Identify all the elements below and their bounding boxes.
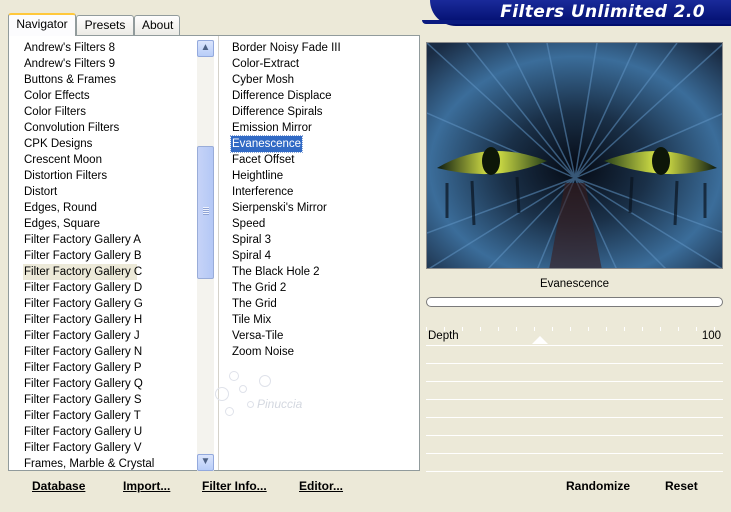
progress-bar — [426, 297, 723, 307]
category-item[interactable]: Filter Factory Gallery T — [23, 408, 203, 424]
filter-list: Border Noisy Fade III Color-Extract Cyber … — [230, 40, 411, 360]
filter-item[interactable]: Versa-Tile — [231, 328, 411, 344]
app-title: Filters Unlimited 2.0 — [500, 2, 705, 22]
preview-filter-name: Evanescence — [539, 278, 610, 290]
grip-icon — [203, 207, 209, 215]
category-item[interactable]: Filter Factory Gallery D — [23, 280, 203, 296]
category-item[interactable]: Filter Factory Gallery J — [23, 328, 203, 344]
category-item[interactable]: Andrew's Filters 9 — [23, 56, 203, 72]
filter-item[interactable]: Tile Mix — [231, 312, 411, 328]
category-item[interactable]: Distort — [23, 184, 203, 200]
category-item[interactable]: Buttons & Frames — [23, 72, 203, 88]
category-item[interactable]: Filter Factory Gallery A — [23, 232, 203, 248]
filter-item[interactable]: Evanescence — [230, 135, 303, 153]
database-button[interactable]: Database — [32, 479, 85, 493]
title-banner: Filters Unlimited 2.0 — [422, 0, 731, 26]
filter-item[interactable]: Color-Extract — [231, 56, 411, 72]
preview-image — [426, 42, 723, 269]
filter-item[interactable]: Spiral 3 — [231, 232, 411, 248]
chevron-down-icon: ▼ — [200, 456, 211, 467]
filter-info-button[interactable]: Filter Info... — [202, 479, 267, 493]
chevron-up-icon: ▲ — [200, 42, 211, 53]
category-list: Andrew's Filters 8 Andrew's Filters 9 Butt… — [23, 40, 203, 472]
depth-label: Depth — [428, 330, 459, 342]
filter-item[interactable]: Facet Offset — [231, 152, 411, 168]
filter-item[interactable]: Emission Mirror — [231, 120, 411, 136]
category-item[interactable]: Edges, Square — [23, 216, 203, 232]
filter-item[interactable]: Zoom Noise — [231, 344, 411, 360]
tab-about[interactable]: About — [134, 15, 180, 35]
empty-param-row — [426, 400, 723, 418]
parameter-sliders: Depth 100 — [426, 327, 723, 472]
watermark-text: Pinuccia — [257, 397, 303, 411]
depth-slider-thumb[interactable] — [532, 336, 548, 344]
scroll-thumb[interactable] — [197, 146, 214, 279]
category-item[interactable]: Filter Factory Gallery P — [23, 360, 203, 376]
empty-param-row — [426, 346, 723, 364]
filter-item[interactable]: Sierpenski's Mirror — [231, 200, 411, 216]
category-item[interactable]: Andrew's Filters 8 — [23, 40, 203, 56]
scroll-down-button[interactable]: ▼ — [197, 454, 214, 471]
category-item[interactable]: Color Filters — [23, 104, 203, 120]
category-item[interactable]: Crescent Moon — [23, 152, 203, 168]
watermark: Pinuccia — [199, 361, 309, 431]
empty-param-row — [426, 436, 723, 454]
category-item[interactable]: Filter Factory Gallery V — [23, 440, 203, 456]
category-item[interactable]: Filter Factory Gallery Q — [23, 376, 203, 392]
tab-navigator[interactable]: Navigator — [8, 13, 76, 36]
empty-param-row — [426, 382, 723, 400]
editor-button[interactable]: Editor... — [299, 479, 343, 493]
category-item[interactable]: Filter Factory Gallery C — [23, 264, 142, 280]
category-item[interactable]: Distortion Filters — [23, 168, 203, 184]
category-item[interactable]: Filter Factory Gallery B — [23, 248, 203, 264]
scroll-up-button[interactable]: ▲ — [197, 40, 214, 57]
category-item[interactable]: CPK Designs — [23, 136, 203, 152]
randomize-button[interactable]: Randomize — [566, 479, 630, 493]
reset-button[interactable]: Reset — [665, 479, 698, 493]
bottom-button-bar: Database Import... Filter Info... Editor… — [8, 471, 420, 501]
depth-slider[interactable]: Depth 100 — [426, 327, 723, 346]
category-item[interactable]: Frames, Marble & Crystal — [23, 456, 203, 472]
filter-item[interactable]: The Grid — [231, 296, 411, 312]
filter-item[interactable]: Heightline — [231, 168, 411, 184]
tab-presets[interactable]: Presets — [76, 15, 134, 35]
filter-item[interactable]: Difference Displace — [231, 88, 411, 104]
filter-item[interactable]: The Grid 2 — [231, 280, 411, 296]
category-item[interactable]: Convolution Filters — [23, 120, 203, 136]
filter-item[interactable]: Border Noisy Fade III — [231, 40, 411, 56]
filter-item[interactable]: Difference Spirals — [231, 104, 411, 120]
category-item[interactable]: Color Effects — [23, 88, 203, 104]
empty-param-row — [426, 454, 723, 472]
filter-item[interactable]: Spiral 4 — [231, 248, 411, 264]
import-button[interactable]: Import... — [123, 479, 170, 493]
empty-param-row — [426, 418, 723, 436]
depth-value: 100 — [701, 330, 721, 342]
category-item[interactable]: Edges, Round — [23, 200, 203, 216]
filter-item[interactable]: Cyber Mosh — [231, 72, 411, 88]
filter-item[interactable]: Speed — [231, 216, 411, 232]
category-item[interactable]: Filter Factory Gallery G — [23, 296, 203, 312]
category-item[interactable]: Filter Factory Gallery S — [23, 392, 203, 408]
empty-param-row — [426, 364, 723, 382]
category-item[interactable]: Filter Factory Gallery H — [23, 312, 203, 328]
filter-item[interactable]: The Black Hole 2 — [231, 264, 411, 280]
filter-item[interactable]: Interference — [231, 184, 411, 200]
navigator-panel: Andrew's Filters 8 Andrew's Filters 9 Butt… — [8, 35, 420, 471]
category-item[interactable]: Filter Factory Gallery N — [23, 344, 203, 360]
category-item[interactable]: Filter Factory Gallery U — [23, 424, 203, 440]
